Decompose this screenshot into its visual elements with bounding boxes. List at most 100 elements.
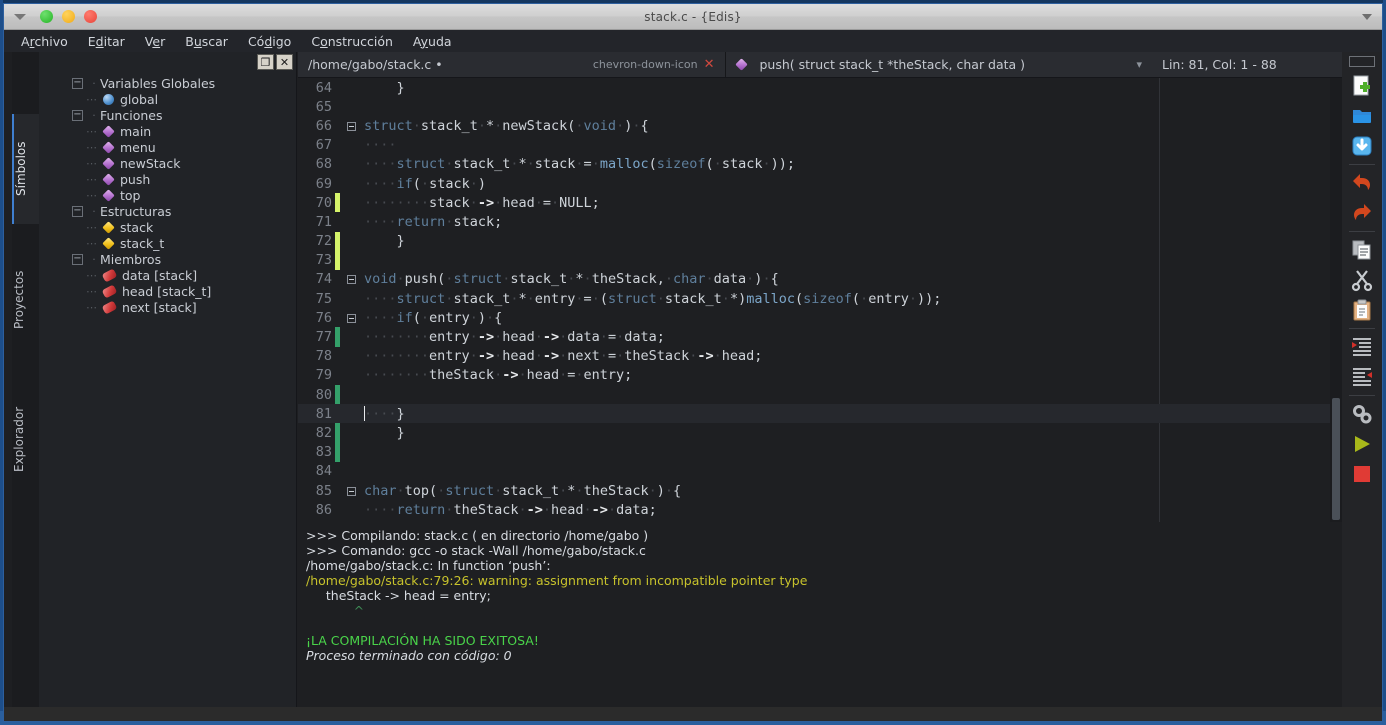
open-folder-icon[interactable] (1346, 101, 1378, 131)
tree-item[interactable]: ⋯ main (72, 123, 290, 139)
close-icon[interactable]: ✕ (704, 57, 715, 72)
code-line[interactable]: 66 struct·stack_t·*·newStack(·void·)·{ (298, 116, 1342, 135)
file-tab[interactable]: /home/gabo/stack.c • chevron-down-icon ✕ (298, 52, 726, 77)
tree-group[interactable]: − · Miembros (72, 251, 290, 267)
code-line[interactable]: 65 (298, 97, 1342, 116)
unindent-icon[interactable] (1346, 362, 1378, 392)
tree-item[interactable]: ⋯ data [stack] (72, 267, 290, 283)
menu-item-construccin[interactable]: Construcción (302, 31, 402, 52)
line-number: 73 (315, 252, 332, 269)
tree-guide: ⋯ (86, 124, 98, 138)
code-line[interactable]: 80 (298, 385, 1342, 405)
symbol-selector[interactable]: push( struct stack_t *theStack, char dat… (725, 52, 1152, 77)
tree-item[interactable]: ⋯ global (72, 91, 290, 107)
menu-item-archivo[interactable]: Archivo (12, 31, 77, 52)
chevron-down-icon[interactable]: ▾ (1136, 58, 1142, 71)
code-line[interactable]: 67 ···· (298, 136, 1342, 155)
indent-icon[interactable] (1346, 332, 1378, 362)
tree-item[interactable]: ⋯ stack (72, 219, 290, 235)
code-line[interactable]: 74 void·push(·struct·stack_t·*·theStack,·… (298, 270, 1342, 289)
editor-tab-bar[interactable]: /home/gabo/stack.c • chevron-down-icon ✕… (298, 52, 1342, 78)
tree-item[interactable]: ⋯ push (72, 171, 290, 187)
menu-item-ver[interactable]: Ver (136, 31, 174, 52)
code-line[interactable]: 71 ····return·stack; (298, 212, 1342, 231)
code-line[interactable]: 68 ····struct·stack_t·*·stack·=·malloc(si… (298, 155, 1342, 174)
chevron-down-icon[interactable]: chevron-down-icon (593, 58, 698, 71)
fold-toggle-icon[interactable] (340, 119, 362, 132)
code-line[interactable]: 85 char·top(·struct·stack_t·*·theStack·)·… (298, 481, 1342, 500)
scrollbar-thumb[interactable] (1332, 398, 1340, 520)
code-line[interactable]: 83 (298, 442, 1342, 462)
code-editor[interactable]: 64 } 65 66 struct·stack_t·*·newStack(·void·… (298, 78, 1342, 522)
tree-group[interactable]: − · Funciones (72, 107, 290, 123)
new-file-icon[interactable] (1346, 71, 1378, 101)
side-tab-proyectos[interactable]: Proyectos (12, 247, 39, 352)
tree-group[interactable]: − · Variables Globales (72, 75, 290, 91)
save-icon[interactable] (1346, 131, 1378, 161)
window-menu-caret-icon[interactable] (1362, 13, 1372, 20)
copy-icon[interactable] (1346, 235, 1378, 265)
line-change-marker (335, 347, 340, 366)
line-number: 64 (315, 79, 332, 96)
code-line[interactable]: 75 ····struct·stack_t·*·entry·=·(struct·s… (298, 289, 1342, 308)
menu-item-ayuda[interactable]: Ayuda (404, 31, 461, 52)
expander-minus-icon[interactable]: − (72, 253, 83, 265)
code-line[interactable]: 70 ········stack·->·head·=·NULL; (298, 193, 1342, 213)
tree-guide: ⋯ (86, 300, 98, 314)
undo-icon[interactable] (1346, 168, 1378, 198)
restore-panel-icon[interactable]: ❐ (257, 54, 274, 70)
cut-icon[interactable] (1346, 265, 1378, 295)
tree-item[interactable]: ⋯ top (72, 187, 290, 203)
tree-group[interactable]: − · Estructuras (72, 203, 290, 219)
fold-toggle-icon[interactable] (340, 484, 362, 497)
expander-minus-icon[interactable]: − (72, 109, 83, 121)
tree-item[interactable]: ⋯ head [stack_t] (72, 283, 290, 299)
symbols-tree[interactable]: − · Variables Globales ⋯ global − · Funciones ⋯ m… (72, 75, 290, 707)
code-line[interactable]: 84 (298, 462, 1342, 481)
run-icon[interactable] (1346, 429, 1378, 459)
tree-item[interactable]: ⋯ newStack (72, 155, 290, 171)
code-line[interactable]: 72 } (298, 231, 1342, 251)
expander-minus-icon[interactable]: − (72, 205, 83, 217)
code-line[interactable]: 76 ····if(·entry·)·{ (298, 308, 1342, 327)
code-line[interactable]: 86 ····return·theStack·->·head·->·data; (298, 500, 1342, 519)
side-tab-explorador[interactable]: Explorador (12, 382, 39, 497)
expander-minus-icon[interactable]: − (72, 77, 83, 89)
code-line[interactable]: 79 ········theStack·->·head·=·entry; (298, 366, 1342, 385)
menu-item-cdigo[interactable]: Código (239, 31, 300, 52)
line-change-marker (335, 250, 340, 270)
paste-icon[interactable] (1346, 295, 1378, 325)
window-title: stack.c - {Edis} (644, 9, 742, 24)
stop-icon[interactable] (1346, 459, 1378, 489)
tree-item[interactable]: ⋯ next [stack] (72, 299, 290, 315)
build-gears-icon[interactable] (1346, 399, 1378, 429)
menu-item-buscar[interactable]: Buscar (176, 31, 237, 52)
code-line[interactable]: 82 } (298, 423, 1342, 443)
side-tab-símbolos[interactable]: Símbolos (12, 114, 39, 224)
code-line[interactable]: 81 ····} (298, 404, 1342, 424)
side-tab-strip[interactable]: Símbolos Proyectos Explorador (12, 52, 39, 707)
desktop-background: stack.c - {Edis} Archivo Editar Ver Buscar C… (0, 0, 1386, 725)
fold-toggle-icon[interactable] (340, 311, 362, 324)
title-bar[interactable]: stack.c - {Edis} (4, 4, 1382, 30)
code-line[interactable]: 78 ········entry·->·head·->·next·=·theSta… (298, 347, 1342, 366)
code-line[interactable]: 69 ····if(·stack·) (298, 174, 1342, 193)
fold-toggle-icon[interactable] (340, 273, 362, 286)
tree-item[interactable]: ⋯ stack_t (72, 235, 290, 251)
code-line[interactable]: 64 } (298, 78, 1342, 97)
line-number: 65 (315, 98, 332, 115)
code-line[interactable]: 73 (298, 250, 1342, 270)
line-change-marker (335, 500, 340, 519)
code-text: } (396, 424, 405, 441)
menu-bar[interactable]: Archivo Editar Ver Buscar Código Construcción… (4, 30, 1382, 52)
editor-vertical-scrollbar[interactable] (1330, 78, 1342, 522)
build-output-panel[interactable]: >>> Compilando: stack.c ( en directorio … (298, 522, 1342, 707)
tree-item[interactable]: ⋯ menu (72, 139, 290, 155)
menu-item-editar[interactable]: Editar (79, 31, 134, 52)
code-line[interactable]: 77 ········entry·->·head·->·data·=·data; (298, 327, 1342, 347)
line-number: 77 (315, 329, 332, 346)
redo-icon[interactable] (1346, 198, 1378, 228)
close-panel-icon[interactable]: ✕ (276, 54, 293, 70)
right-toolbar[interactable] (1342, 52, 1382, 707)
